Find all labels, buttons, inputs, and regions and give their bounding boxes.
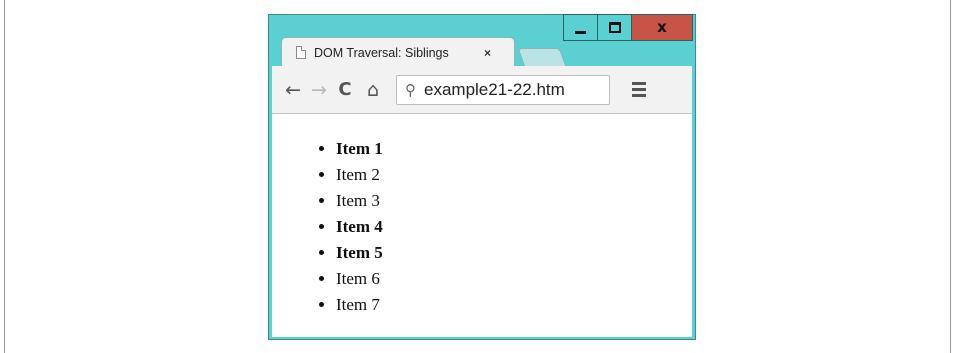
item-list: Item 1 Item 2 Item 3 Item 4 Item 5 Item … [316,136,383,318]
tab-title: DOM Traversal: Siblings [314,45,449,60]
maximize-button[interactable] [597,14,631,41]
page-border-left [4,0,5,353]
browser-toolbar: ← → C ⌂ ⚲ example21-22.htm [272,66,692,114]
page-content: Item 1 Item 2 Item 3 Item 4 Item 5 Item … [272,114,692,337]
hamburger-menu-icon[interactable] [632,82,646,97]
minimize-button[interactable] [563,14,597,41]
list-item: Item 5 [336,240,383,266]
url-text[interactable]: example21-22.htm [424,80,565,100]
list-item: Item 7 [336,292,383,318]
maximize-icon [608,22,621,33]
page-border-right [950,0,951,353]
list-item: Item 6 [336,266,383,292]
browser-window: x DOM Traversal: Siblings × ← → C ⌂ ⚲ ex… [268,14,696,340]
new-tab-button[interactable] [517,48,567,67]
close-window-button[interactable]: x [631,14,693,41]
home-icon[interactable]: ⌂ [360,79,386,101]
window-controls: x [563,14,693,42]
address-bar[interactable]: ⚲ example21-22.htm [396,74,610,105]
list-item: Item 2 [336,162,383,188]
back-arrow-icon[interactable]: ← [280,79,306,101]
tab-close-icon[interactable]: × [484,46,491,60]
page-icon [296,46,306,59]
search-icon: ⚲ [405,80,416,99]
minimize-icon [575,30,586,34]
forward-arrow-icon[interactable]: → [306,79,332,101]
tab-active[interactable]: DOM Traversal: Siblings × [281,37,515,67]
close-icon: x [657,18,667,36]
list-item: Item 3 [336,188,383,214]
reload-icon[interactable]: C [332,79,358,100]
list-item: Item 4 [336,214,383,240]
list-item: Item 1 [336,136,383,162]
